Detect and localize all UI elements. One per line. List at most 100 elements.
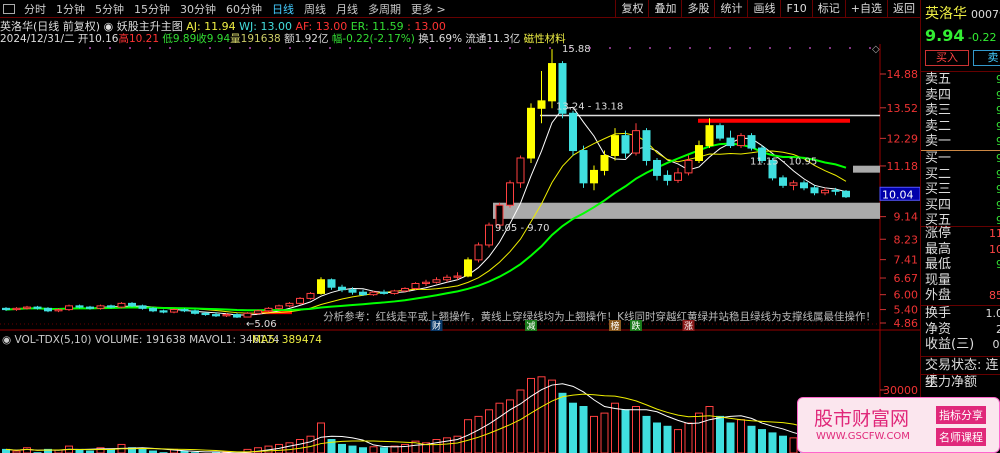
tab-timeframe[interactable]: 1分钟 [51,3,90,16]
volume-bar [590,415,598,453]
candle [296,297,304,304]
tab-timeframe[interactable]: 多周期 [363,3,406,16]
tool-button[interactable]: 复权 [615,0,648,18]
volume-bar [632,406,640,453]
signal-tag-label: 涨 [684,321,693,332]
finance-stats: 换手1.0净资2收益(三)0. [925,306,1000,353]
tool-button[interactable]: 返回 [887,0,920,18]
candle [590,169,598,184]
candle [747,135,756,149]
volume-bar [789,437,798,453]
volume-bar [653,422,661,453]
volume-bar [527,377,535,453]
ma10-line [5,132,847,314]
volume-bar [296,439,304,453]
candle [684,159,693,174]
tab-timeframe[interactable]: 分时 [19,3,51,16]
panel-row: 卖五 9 [925,72,1000,87]
candle [537,100,546,109]
volume-title: ◉ VOL-TDX(5,10) VOLUME: 191638 MAVOL1: 3… [2,334,280,346]
main-net-label[interactable]: 主力净额 [925,375,977,391]
marker-dot [429,47,431,49]
candle [128,302,136,307]
candle [149,307,157,312]
candle [159,310,168,313]
tool-button[interactable]: 多股 [681,0,714,18]
candle [548,63,556,102]
support-zone [493,202,880,219]
tool-button[interactable]: 画线 [747,0,780,18]
kline-chart[interactable]: ◇ 14.88 13.52 12.29 11.18 9.14 8.23 7.41 6.67 6.0… [0,44,920,453]
candle [275,305,283,309]
volume-bar [516,389,525,453]
tab-timeframe[interactable]: 15分钟 [129,3,175,16]
price-tick-label: 6.67 [894,272,919,285]
tab-timeframe[interactable]: 日线 [267,3,299,16]
volume-bar [348,445,357,453]
sell-button[interactable]: 卖 [973,50,1000,66]
panel-row: 买一 9 [925,151,1000,166]
marker-dot [749,47,751,49]
tab-timeframe[interactable]: 60分钟 [221,3,267,16]
tool-button[interactable]: 标记 [811,0,845,18]
price-tick-label: 14.88 [887,68,919,81]
price-tick-label: 13.52 [887,102,919,115]
candle [86,306,94,309]
candle [579,150,588,184]
candle [432,279,441,283]
marker-dot [629,47,631,49]
panel-row: 最低 9 [925,257,1000,272]
diamond-icon: ◇ [872,44,880,55]
volume-bar [611,402,619,453]
tool-button[interactable]: 叠加 [648,0,681,18]
volume-bar [705,406,714,453]
tab-timeframe[interactable]: 5分钟 [90,3,129,16]
buy-button[interactable]: 买入 [925,50,969,66]
volume-bar [359,447,367,453]
panel-row: 收益(三)0. [925,337,1000,352]
marker-dot [769,47,771,49]
candle [695,145,703,161]
candle [369,291,378,296]
volume-bar [338,443,346,453]
tab-timeframe[interactable]: 30分钟 [175,3,221,16]
volume-bar [642,415,651,453]
volume-bar [747,425,756,453]
volume-bar [600,412,609,453]
marker-dot [829,47,831,49]
tool-button[interactable]: 统计 [714,0,747,18]
marker-dot [329,47,331,49]
marker-dot [369,47,371,49]
panel-row: 买四 9 [925,197,1000,213]
volume-bar [485,409,493,453]
tool-button[interactable]: F10 [780,0,811,18]
chart-tools: 复权 叠加 多股 统计 画线 F10 标记 +自选 返回 [615,0,920,18]
resistance-zone [853,165,880,173]
volume-bar [327,439,336,453]
candle [705,125,714,147]
candle [726,137,735,147]
marker-dot [289,47,291,49]
panel-toggle-icon[interactable] [3,3,15,14]
signal-tag-label: 财 [432,320,441,332]
analysis-advice: 分析参考：红线走平或上翘操作，黄线上穿绿线均为上翘操作！K线同时穿越红黄绿并站稳… [323,310,876,323]
panel-row: 卖三 9 [925,103,1000,118]
price-tick-label: 11.18 [887,160,919,173]
price-tick-label: 5.40 [894,304,919,317]
marker-dot [409,47,411,49]
panel-row: 买二 9 [925,166,1000,182]
tool-button[interactable]: +自选 [844,0,887,18]
tab-timeframe[interactable]: 月线 [331,3,363,16]
volume-bar [23,447,31,453]
tab-timeframe[interactable]: 周线 [299,3,331,16]
tab-timeframe[interactable]: 更多 > [406,3,451,16]
signal-tag-label: 跌 [631,321,640,332]
price-line: 9.94 -0.22 [925,26,997,45]
candle [831,189,840,192]
candle [800,182,808,189]
volume-bar [737,419,745,453]
candle [411,282,420,289]
marker-dot [449,47,451,49]
candle [716,125,724,139]
price-tick-label: 12.29 [887,132,919,145]
